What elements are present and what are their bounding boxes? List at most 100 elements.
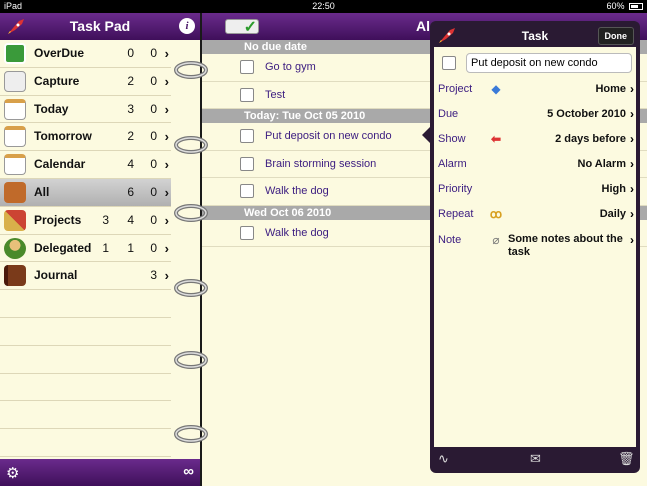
nav-label: Calendar	[34, 157, 86, 172]
show-field[interactable]: Show ⬅ 2 days before ›	[434, 127, 636, 151]
calendar-today-icon	[4, 98, 26, 120]
due-field[interactable]: Due 5 October 2010 ›	[434, 102, 636, 126]
chevron-right-icon: ›	[630, 182, 634, 196]
sidebar-item-projects[interactable]: Projects 3 4 0 ›	[0, 207, 171, 235]
battery-icon	[629, 3, 643, 11]
chevron-right-icon: ›	[630, 233, 634, 247]
task-name-input[interactable]	[466, 53, 632, 73]
pencil-ruler-icon	[4, 209, 26, 231]
task-title: Go to gym	[265, 61, 316, 73]
binder-ring-icon	[174, 204, 208, 222]
nav-label: OverDue	[34, 46, 85, 60]
sidebar-item-capture[interactable]: Capture 2 0 ›	[0, 68, 171, 96]
nav-count-2: 1	[127, 240, 134, 255]
field-value: High	[601, 183, 626, 195]
field-label: Project	[438, 83, 473, 95]
nav-label: Today	[34, 101, 69, 116]
task-title: Test	[265, 88, 286, 101]
capture-icon	[4, 70, 26, 92]
field-value: Home	[595, 83, 626, 95]
overdue-icon	[4, 43, 26, 64]
nav-count-3: 3	[150, 268, 157, 283]
task-title: Walk the dog	[265, 185, 329, 197]
done-button[interactable]: Done	[597, 27, 634, 45]
clock: 22:50	[312, 1, 335, 11]
gear-icon[interactable]: ⚙	[6, 464, 19, 482]
sidebar-header: Task Pad i	[0, 13, 200, 40]
task-name-row	[438, 53, 632, 73]
nav-count-3: 0	[150, 73, 157, 88]
task-title: Put deposit on new condo	[265, 130, 392, 142]
chevron-right-icon: ›	[164, 129, 169, 145]
sidebar-item-all[interactable]: All 6 0 ›	[0, 178, 171, 207]
divider	[0, 290, 171, 318]
calendar-arrow-icon	[4, 154, 26, 176]
task-detail-body: Project ◆ Home › Due 5 October 2010 › Sh…	[434, 47, 636, 447]
chevron-right-icon: ›	[630, 132, 634, 146]
binder-ring-icon	[174, 61, 208, 79]
binder-ring-icon	[174, 351, 208, 369]
priority-field[interactable]: Priority High ›	[434, 177, 636, 201]
nav-count-3: 0	[150, 129, 157, 144]
task-checkbox[interactable]	[240, 156, 254, 171]
chevron-right-icon: ›	[164, 46, 169, 61]
chevron-right-icon: ›	[164, 184, 169, 200]
task-checkbox[interactable]	[240, 184, 254, 198]
field-value: Daily	[599, 208, 626, 220]
task-title: Walk the dog	[265, 226, 329, 239]
info-icon[interactable]: i	[179, 18, 195, 34]
chevron-right-icon: ›	[630, 82, 634, 96]
nav-label: Tomorrow	[34, 129, 92, 144]
voice-memo-icon[interactable]: ∿	[438, 451, 449, 467]
nav-label: Journal	[34, 268, 78, 283]
battery-indicator: 60%	[606, 0, 643, 13]
paperclip-icon: ⌀	[492, 233, 500, 247]
popover-toolbar: ∿ ✉ 🗑	[434, 449, 636, 471]
repeat-field[interactable]: Repeat ꝏ Daily ›	[434, 202, 636, 226]
task-list-title: Al	[416, 18, 430, 34]
chevron-right-icon: ›	[630, 107, 634, 121]
nav-count-3: 0	[150, 46, 157, 60]
field-value: 5 October 2010	[547, 108, 626, 120]
field-label: Priority	[438, 183, 473, 195]
chevron-right-icon: ›	[630, 157, 634, 171]
field-label: Alarm	[438, 158, 467, 170]
task-checkbox[interactable]	[240, 60, 254, 74]
sidebar-item-tomorrow[interactable]: Tomorrow 2 0 ›	[0, 123, 171, 152]
trash-icon[interactable]: 🗑	[618, 451, 635, 467]
sidebar-item-calendar[interactable]: Calendar 4 0 ›	[0, 151, 171, 179]
nav-count-2: 3	[127, 101, 134, 116]
show-completed-toggle[interactable]: ✓	[225, 19, 259, 36]
task-complete-checkbox[interactable]	[442, 56, 456, 70]
person-icon	[4, 237, 26, 259]
task-checkbox[interactable]	[240, 129, 254, 143]
sidebar-item-delegated[interactable]: Delegated 1 1 0 ›	[0, 235, 171, 263]
sidebar-item-overdue[interactable]: OverDue 0 0 ›	[0, 40, 171, 68]
nav-count-3: 0	[150, 184, 157, 199]
task-checkbox[interactable]	[240, 225, 254, 240]
mail-icon[interactable]: ✉	[530, 451, 541, 467]
task-checkbox[interactable]	[240, 87, 254, 102]
note-field[interactable]: Note ⌀ Some notes about the task ›	[434, 228, 636, 268]
field-label: Due	[438, 108, 459, 120]
sidebar-item-today[interactable]: Today 3 0 ›	[0, 96, 171, 124]
divider	[0, 346, 171, 374]
divider	[0, 401, 171, 430]
battery-label: 60%	[606, 1, 625, 11]
field-label: Show	[438, 133, 466, 145]
project-field[interactable]: Project ◆ Home ›	[434, 77, 636, 101]
alarm-field[interactable]: Alarm No Alarm ›	[434, 152, 636, 176]
task-title: Brain storming session	[265, 157, 377, 170]
nav-label: Projects	[34, 212, 82, 227]
sidebar: Task Pad i OverDue 0 0 › Capture 2 0 › T…	[0, 13, 200, 486]
field-value: No Alarm	[577, 158, 627, 170]
chevron-right-icon: ›	[164, 240, 169, 256]
sidebar-item-journal[interactable]: Journal 3 ›	[0, 262, 171, 291]
nav-label: Delegated	[34, 240, 92, 255]
status-bar: iPad 22:50 60%	[0, 0, 647, 13]
divider	[0, 374, 171, 402]
sidebar-title: Task Pad	[69, 18, 131, 34]
repeat-icon: ꝏ	[489, 207, 503, 221]
chevron-right-icon: ›	[164, 73, 169, 89]
binder-ring-icon	[174, 425, 208, 443]
